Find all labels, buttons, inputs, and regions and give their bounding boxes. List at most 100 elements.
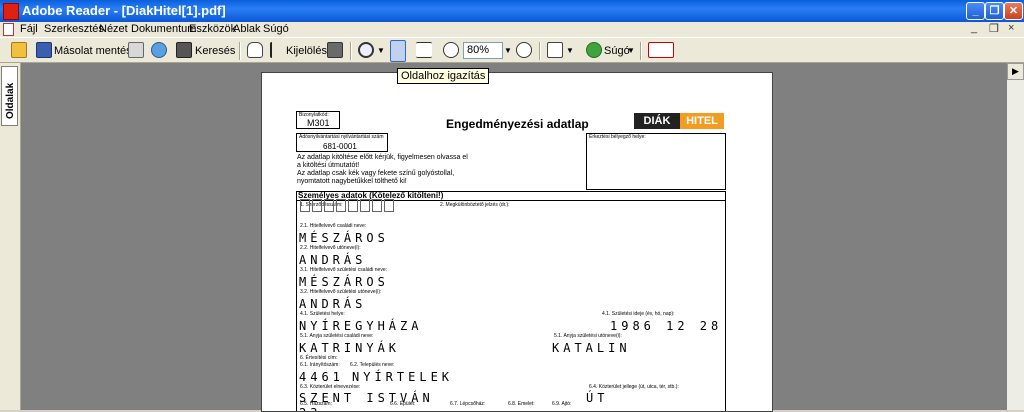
instruction-line: nyomtatott nagybetűkkel tölthető ki!	[297, 178, 407, 185]
instruction-line: Az adatlap kitöltése előtt kérjük, figye…	[297, 154, 468, 161]
field-label: 5.1. Anyja születési családi neve:	[300, 333, 374, 339]
zoom-level-input[interactable]: 80%	[463, 42, 503, 59]
postcode-value: 4461	[299, 370, 344, 384]
snapshot-camera-icon[interactable]	[327, 42, 343, 58]
window-title: Adobe Reader - [DiakHitel[1].pdf]	[22, 3, 226, 18]
field-label: 6.1. Irányítószám:	[300, 362, 340, 368]
vertical-scrollbar[interactable]: ▶	[1007, 63, 1024, 410]
close-button[interactable]: ✕	[1004, 2, 1023, 20]
menu-edit[interactable]: Szerkesztés	[44, 23, 104, 35]
zoom-out-icon[interactable]	[443, 42, 459, 58]
field-label: 6.9. Ajtó:	[552, 401, 572, 407]
fit-page-tooltip: Oldalhoz igazítás	[397, 68, 490, 84]
field-label: 2.1. Hitelfelvevő családi neve:	[300, 223, 367, 229]
adobe-reader-icon	[3, 3, 19, 20]
doc-minimize-button[interactable]: _	[971, 22, 977, 34]
registration-box: Adósnyilvántartási nyilvántartási szám 6…	[296, 133, 388, 152]
email-icon[interactable]	[151, 42, 167, 58]
instruction-line: Az adatlap csak kék vagy fekete színű go…	[297, 170, 455, 177]
field-label: 4.1. Születési ideje (év, hó, nap):	[602, 311, 675, 317]
birth-date-value: 1986 12 28	[610, 319, 723, 333]
fit-page-icon[interactable]	[390, 40, 406, 62]
print-icon[interactable]	[128, 42, 144, 58]
save-copy-button[interactable]: Másolat mentése	[54, 41, 138, 61]
page-layout-icon[interactable]	[547, 42, 563, 58]
fit-width-icon[interactable]	[416, 42, 432, 58]
toolbar: Másolat mentése Keresés Kijelölés ▼ 80% …	[0, 37, 1024, 63]
given-name-value: ANDRÁS	[299, 253, 367, 267]
hand-tool-icon[interactable]	[247, 42, 263, 58]
zoom-dropdown-chevron-icon[interactable]: ▼	[504, 41, 512, 61]
doc-close-button[interactable]: ×	[1008, 22, 1014, 34]
scroll-arrow-icon[interactable]: ▶	[1007, 63, 1024, 80]
help-chevron-icon[interactable]: ▼	[627, 41, 635, 61]
contract-digit-box	[312, 199, 322, 212]
menu-file[interactable]: Fájl	[20, 23, 38, 35]
open-folder-icon[interactable]	[11, 42, 27, 58]
family-name-value: MÉSZÁROS	[299, 231, 389, 245]
field-label: 6.4. Közterület jellege (út, utca, tér, …	[589, 384, 679, 390]
contract-digit-box	[384, 199, 394, 212]
maximize-button[interactable]: ❐	[985, 2, 1004, 20]
form-title: Engedményezési adatlap	[446, 117, 589, 131]
field-label: 3.1. Hitelfelvevő születési családi neve…	[300, 267, 387, 273]
select-text-icon[interactable]	[270, 42, 280, 58]
document-area[interactable]: Bizonylatkód: M301 Engedményezési adatla…	[21, 63, 1007, 412]
menu-tools[interactable]: Eszközök	[189, 23, 236, 35]
toolbar-separator	[350, 42, 352, 60]
field-label: 2.2. Hitelfelvevő utóneve(i):	[300, 245, 361, 251]
toolbar-separator	[640, 42, 642, 60]
diakhitel-logo-right: HITEL	[680, 113, 724, 129]
yahoo-toolbar-icon[interactable]	[648, 42, 674, 58]
zoom-in-icon[interactable]	[516, 42, 532, 58]
select-button[interactable]: Kijelölés	[286, 41, 327, 61]
doc-restore-button[interactable]: ❐	[989, 22, 999, 35]
zoom-tool-icon[interactable]	[358, 42, 374, 58]
registration-value: 681-0001	[323, 142, 357, 151]
birth-place-value: NYÍREGYHÁZA	[299, 319, 423, 333]
field-label: 6.2. Település neve:	[350, 362, 395, 368]
id-value: M301	[307, 118, 330, 128]
document-menu-icon[interactable]	[3, 23, 14, 36]
menu-help[interactable]: Súgó	[263, 23, 289, 35]
stamp-box: Érkeztési bélyegző helye:	[586, 133, 726, 190]
field-label: 6.6. Épület:	[390, 401, 416, 407]
menu-bar: Fájl Szerkesztés Nézet Dokumentum Eszköz…	[0, 22, 1024, 37]
navigation-panel: Oldalak	[0, 63, 21, 410]
contract-digit-box	[300, 199, 310, 212]
toolbar-separator	[239, 42, 241, 60]
street-type-value: ÚT	[586, 391, 609, 405]
menu-view[interactable]: Nézet	[99, 23, 128, 35]
search-button[interactable]: Keresés	[195, 41, 235, 61]
city-value: NYÍRTELEK	[352, 370, 454, 384]
minimize-button[interactable]: _	[966, 2, 985, 20]
save-copy-icon[interactable]	[36, 42, 52, 58]
contract-digit-box	[372, 199, 382, 212]
chevron-down-icon[interactable]: ▼	[377, 41, 385, 61]
mother-family-name-value: KATRINYÁK	[299, 341, 401, 355]
field-label: 2. Megkülönböztető jelzés (dr.):	[440, 202, 510, 208]
binoculars-icon[interactable]	[176, 42, 192, 58]
title-bar: Adobe Reader - [DiakHitel[1].pdf] _ ❐ ✕	[0, 0, 1024, 22]
layout-chevron-icon[interactable]: ▼	[566, 41, 574, 61]
field-label: 6.3. Közterület elnevezése:	[300, 384, 361, 390]
menu-window[interactable]: Ablak	[233, 23, 261, 35]
pages-tab-label: Oldalak	[5, 82, 16, 119]
field-label: 6.7. Lépcsőház:	[450, 401, 486, 407]
menu-document[interactable]: Dokumentum	[131, 23, 196, 35]
contract-digit-box	[348, 199, 358, 212]
field-label: 3.2. Hitelfelvevő születési utóneve(i):	[300, 289, 382, 295]
help-icon[interactable]	[586, 42, 602, 58]
birth-given-name-value: ANDRÁS	[299, 297, 367, 311]
mother-given-name-value: KATALIN	[552, 341, 631, 355]
pdf-page: Bizonylatkód: M301 Engedményezési adatla…	[261, 72, 773, 412]
house-number-value: 23	[299, 406, 321, 411]
id-box: Bizonylatkód: M301	[296, 111, 340, 129]
diakhitel-logo-left: DIÁK	[634, 113, 680, 129]
field-label: 6.8. Emelet:	[508, 401, 535, 407]
help-button[interactable]: Súgó	[604, 41, 630, 61]
toolbar-separator	[539, 42, 541, 60]
field-label: 6. Értesítési cím:	[300, 355, 338, 361]
pages-tab[interactable]: Oldalak	[1, 66, 18, 126]
instruction-line: a kitöltési útmutatót!	[297, 162, 360, 169]
